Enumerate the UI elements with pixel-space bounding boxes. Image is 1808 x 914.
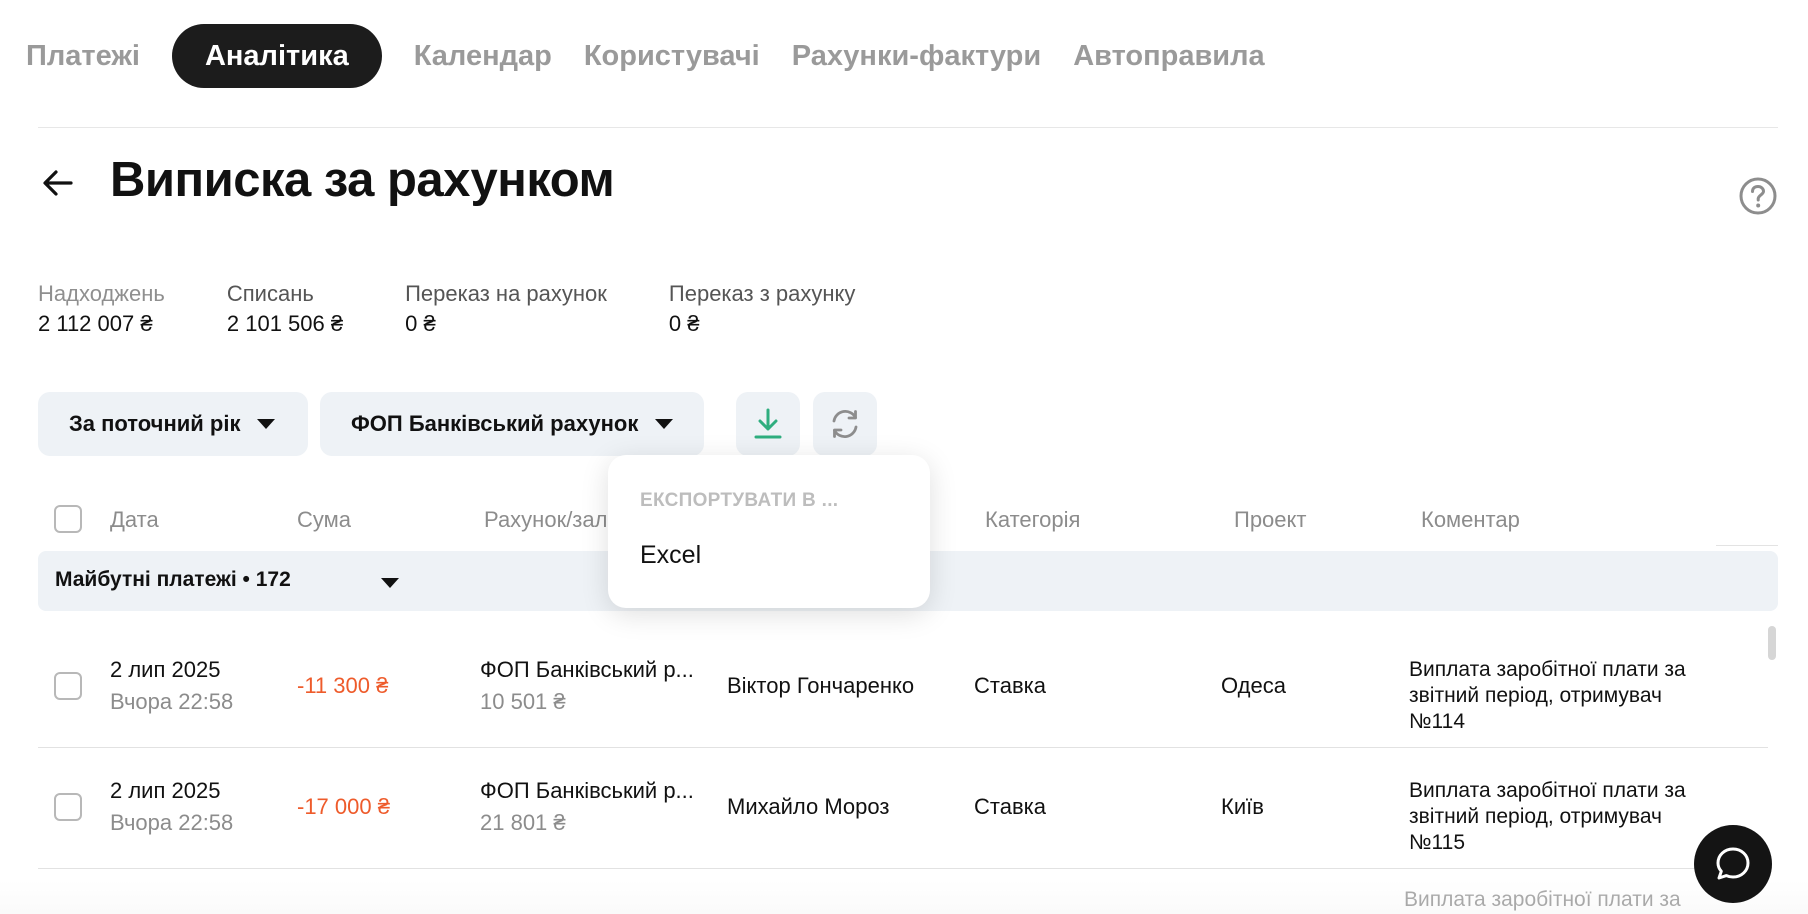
column-date[interactable]: Дата [110, 507, 159, 533]
amount-cell: -17 000 ₴ [297, 794, 390, 819]
comment-cell: Виплата заробітної плати за звітний пері… [1409, 658, 1686, 733]
date: 2 лип 2025 [110, 657, 221, 682]
export-excel-item[interactable]: Excel [640, 541, 701, 570]
time: Вчора 22:58 [110, 689, 234, 714]
period-select-label: За поточний рік [69, 411, 241, 436]
account-cell: ФОП Банківський р... 21 801 ₴ [480, 775, 694, 839]
column-project[interactable]: Проект [1234, 507, 1306, 533]
account-cell: ФОП Банківський р... 10 501 ₴ [480, 654, 694, 718]
table-row[interactable]: 2 лип 2025 Вчора 22:58 -17 000 ₴ ФОП Бан… [38, 749, 1768, 869]
download-icon [754, 408, 782, 439]
stat-value: 2 101 506 ₴ [226, 311, 344, 336]
chevron-down-icon [257, 419, 276, 429]
nav-divider [38, 127, 1778, 128]
amount-cell: -11 300 ₴ [297, 673, 389, 698]
account-balance: 10 501 ₴ [480, 689, 566, 714]
page: Платежі Аналітика Календар Користувачі Р… [0, 0, 1808, 914]
account-name: ФОП Банківський р... [480, 778, 694, 803]
arrow-left-icon[interactable] [38, 163, 78, 203]
account-name: ФОП Банківський р... [480, 657, 694, 682]
partial-row-comment: Виплата заробітної плати за [1404, 888, 1681, 911]
header-divider [1716, 545, 1778, 546]
account-select[interactable]: ФОП Банківський рахунок [320, 392, 704, 456]
stat-label: Списань [226, 281, 314, 306]
refresh-icon [832, 410, 858, 438]
question-circle-icon[interactable] [1738, 176, 1778, 216]
tab-autorules[interactable]: Автоправила [1057, 24, 1281, 88]
stat-value: 2 112 007 ₴ [38, 311, 153, 336]
chevron-down-icon[interactable] [381, 578, 399, 588]
stat-transfer-out: Переказ з рахунку 0 ₴ [669, 280, 856, 340]
date-cell: 2 лип 2025 Вчора 22:58 [110, 775, 233, 839]
counterparty-cell: Віктор Гончаренко [727, 673, 915, 698]
tab-payments[interactable]: Платежі [26, 24, 156, 88]
time: Вчора 22:58 [110, 810, 234, 835]
account-balance: 21 801 ₴ [480, 810, 566, 835]
top-nav: Платежі Аналітика Календар Користувачі Р… [26, 24, 1281, 88]
stat-transfer-in: Переказ на рахунок 0 ₴ [405, 280, 607, 340]
column-account[interactable]: Рахунок/зал [484, 507, 607, 533]
column-amount[interactable]: Сума [297, 507, 351, 533]
counterparty-cell: Михайло Мороз [727, 794, 890, 819]
category-cell: Ставка [974, 673, 1046, 698]
stat-label: Переказ з рахунку [668, 281, 856, 306]
download-button[interactable] [736, 392, 800, 456]
tab-invoices[interactable]: Рахунки-фактури [776, 24, 1057, 88]
export-menu: ЕКСПОРТУВАТИ В ... Excel [608, 455, 930, 608]
row-checkbox[interactable] [54, 793, 82, 821]
export-menu-header: ЕКСПОРТУВАТИ В ... [640, 490, 839, 511]
row-checkbox[interactable] [54, 672, 82, 700]
date: 2 лип 2025 [110, 778, 221, 803]
project-cell: Київ [1221, 794, 1264, 819]
chat-bubble-icon [1716, 847, 1750, 880]
table-scrollbar[interactable] [1768, 626, 1776, 660]
table-row[interactable]: 2 лип 2025 Вчора 22:58 -11 300 ₴ ФОП Бан… [38, 628, 1768, 748]
stat-value: 0 ₴ [668, 311, 700, 336]
stat-expenses: Списань 2 101 506 ₴ [227, 280, 343, 340]
tab-users[interactable]: Користувачі [568, 24, 776, 88]
stat-value: 0 ₴ [405, 311, 436, 336]
stat-label: Надходжень [38, 281, 165, 306]
summary-stats: Надходжень 2 112 007 ₴ Списань 2 101 506… [38, 280, 917, 340]
group-label: Майбутні платежі • 172 [55, 568, 291, 591]
stat-label: Переказ на рахунок [405, 281, 607, 306]
date-cell: 2 лип 2025 Вчора 22:58 [110, 654, 233, 718]
tab-analytics[interactable]: Аналітика [171, 24, 382, 88]
select-all-checkbox[interactable] [54, 505, 82, 533]
chevron-down-icon [655, 419, 674, 429]
category-cell: Ставка [974, 794, 1046, 819]
column-category[interactable]: Категорія [985, 507, 1080, 533]
tab-calendar[interactable]: Календар [398, 24, 568, 88]
period-select[interactable]: За поточний рік [38, 392, 308, 456]
comment-cell: Виплата заробітної плати за звітний пері… [1409, 779, 1686, 854]
refresh-button[interactable] [813, 392, 877, 456]
chat-button[interactable] [1694, 825, 1772, 903]
column-comment[interactable]: Коментар [1421, 507, 1520, 533]
account-select-label: ФОП Банківський рахунок [351, 411, 639, 436]
project-cell: Одеса [1221, 673, 1286, 698]
stat-income: Надходжень 2 112 007 ₴ [38, 280, 165, 340]
page-title: Виписка за рахунком [110, 153, 615, 207]
